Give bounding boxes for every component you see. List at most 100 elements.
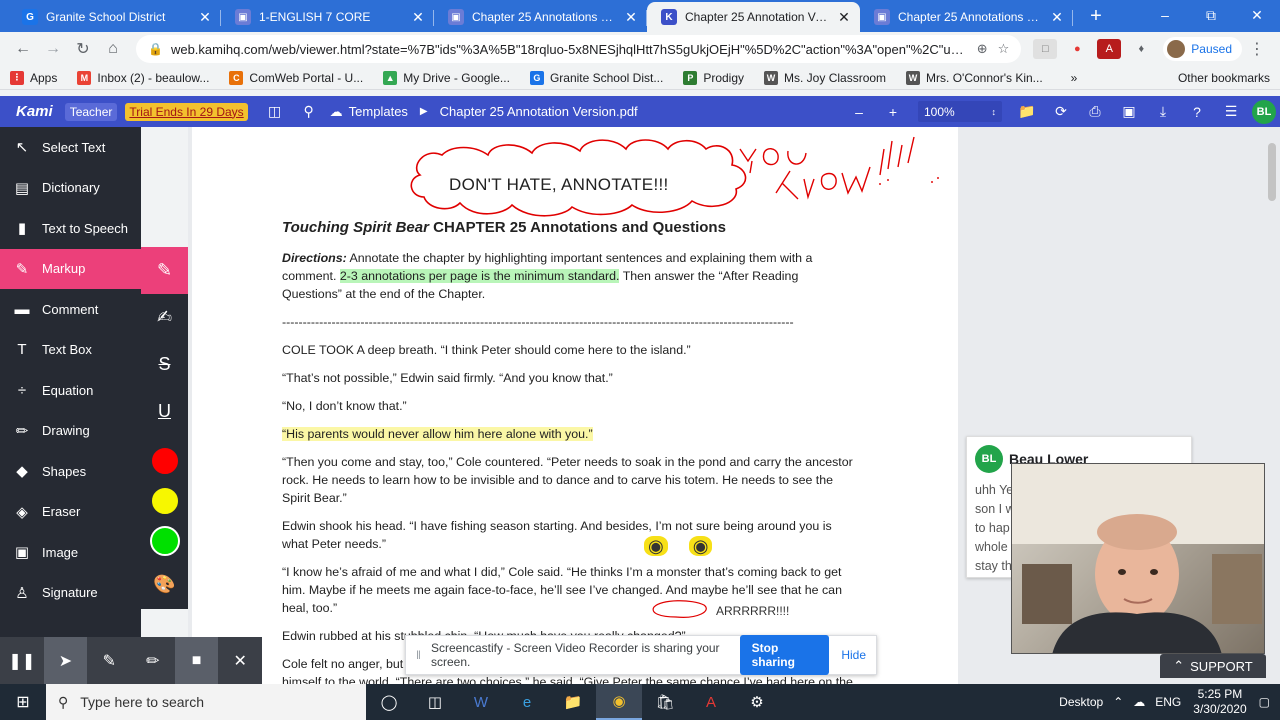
sidebar-item-drawing[interactable]: ✏ Drawing	[0, 411, 141, 452]
sidebar-item-signature[interactable]: ♙ Signature	[0, 573, 141, 614]
screencastify-icon[interactable]: ●	[1065, 39, 1089, 59]
bookmark-item[interactable]: W Ms. Joy Classroom	[764, 70, 886, 85]
tab-close-icon[interactable]: ✕	[410, 9, 426, 26]
bookmark-item[interactable]: ▲ My Drive - Google...	[383, 70, 510, 85]
zoom-out-icon[interactable]: –	[842, 104, 876, 120]
sidebar-item-equation[interactable]: ÷ Equation	[0, 370, 141, 411]
menu-icon[interactable]: ⋮	[1242, 39, 1272, 59]
close-window-icon[interactable]: ✕	[1234, 0, 1280, 30]
desktop-label[interactable]: Desktop	[1059, 695, 1103, 709]
user-avatar[interactable]: BL	[1252, 99, 1276, 124]
sidebar-toggle-icon[interactable]: ◫	[258, 103, 292, 120]
clock[interactable]: 5:25 PM 3/30/2020	[1193, 687, 1246, 717]
cloud-icon[interactable]: ☁	[1133, 695, 1145, 709]
tray-expand-icon[interactable]: ⌃	[1113, 695, 1123, 709]
pause-icon[interactable]: ❚❚	[0, 637, 44, 684]
sidebar-item-text-box[interactable]: T Text Box	[0, 330, 141, 371]
kami-logo[interactable]: Kami	[16, 103, 53, 120]
acrobat-taskbar-icon[interactable]: A	[688, 684, 734, 720]
notification-icon[interactable]: ▢	[1259, 695, 1270, 709]
back-icon[interactable]: ←	[8, 40, 38, 58]
color-swatch[interactable]	[149, 446, 180, 476]
print-icon[interactable]: ⎙	[1078, 103, 1112, 120]
drag-handle-icon[interactable]: ‖	[416, 648, 421, 662]
scrollbar[interactable]	[1268, 143, 1276, 201]
bookmark-star-icon[interactable]: ☆	[998, 41, 1010, 57]
tab-close-icon[interactable]: ✕	[1049, 9, 1065, 26]
highlighter-icon[interactable]: ✎	[141, 247, 188, 294]
sidebar-item-eraser[interactable]: ◈ Eraser	[0, 492, 141, 533]
highlighted-standard[interactable]: 2-3 annotations per page is the minimum …	[339, 269, 620, 283]
store-icon[interactable]: 🛍	[642, 684, 688, 720]
sidebar-item-image[interactable]: ▣ Image	[0, 532, 141, 573]
edge-icon[interactable]: e	[504, 684, 550, 720]
hamburger-menu-icon[interactable]: ☰	[1214, 103, 1248, 120]
extension-icon[interactable]: □	[1033, 39, 1058, 59]
search-icon[interactable]: ⚲	[292, 103, 326, 120]
folder-open-icon[interactable]: 📁	[1010, 103, 1044, 120]
forward-icon[interactable]: →	[38, 40, 68, 58]
other-bookmarks[interactable]: Other bookmarks	[1178, 71, 1270, 85]
close-icon[interactable]: ✕	[218, 637, 262, 684]
file-explorer-icon[interactable]: 📁	[550, 684, 596, 720]
zoom-select[interactable]: 100% ↕	[918, 101, 1002, 122]
camera-icon[interactable]: ■	[174, 637, 219, 684]
sidebar-item-markup[interactable]: ✎ Markup	[0, 248, 141, 289]
templates-link[interactable]: Templates	[349, 104, 408, 119]
strikethrough-icon[interactable]: S	[141, 341, 188, 388]
home-icon[interactable]: ⌂	[98, 40, 128, 58]
browser-tab[interactable]: ▣ 1-ENGLISH 7 CORE ✕	[221, 2, 434, 32]
stop-sharing-button[interactable]: Stop sharing	[739, 635, 830, 675]
support-button[interactable]: ⌃ SUPPORT	[1160, 654, 1266, 678]
sidebar-item-text-to-speech[interactable]: ▮ Text to Speech	[0, 208, 141, 249]
color-swatch[interactable]	[149, 526, 180, 556]
save-icon[interactable]: ▣	[1112, 103, 1146, 120]
underline-pen-icon[interactable]: ✍	[141, 294, 188, 341]
cursor-icon[interactable]: ➤	[43, 637, 88, 684]
share-icon[interactable]: ⟳	[1044, 103, 1078, 120]
browser-tab[interactable]: ▣ Chapter 25 Annotations and Q ✕	[860, 2, 1073, 32]
language-indicator[interactable]: ENG	[1155, 695, 1181, 709]
bookmark-item[interactable]: W Mrs. O'Connor's Kin...	[906, 70, 1043, 85]
download-icon[interactable]: ⤓	[1146, 103, 1180, 120]
bookmarks-overflow-icon[interactable]: »	[1071, 71, 1078, 85]
word-icon[interactable]: W	[458, 684, 504, 720]
webcam-overlay[interactable]	[1011, 463, 1265, 654]
highlighter-icon[interactable]: ✏	[131, 637, 175, 684]
bookmark-item[interactable]: M Inbox (2) - beaulow...	[77, 70, 209, 85]
underline-icon[interactable]: U	[141, 388, 188, 435]
bookmark-item[interactable]: G Granite School Dist...	[529, 70, 663, 85]
trial-link[interactable]: Trial Ends In 29 Days	[125, 102, 248, 121]
sidebar-item-shapes[interactable]: ◆ Shapes	[0, 451, 141, 492]
browser-tab[interactable]: G Granite School District ✕	[8, 2, 221, 32]
restore-icon[interactable]: ⧉	[1188, 0, 1234, 30]
profile-button[interactable]: Paused	[1163, 37, 1242, 61]
cortana-icon[interactable]: ◯	[366, 684, 412, 720]
chrome-icon[interactable]: ◉	[596, 684, 642, 720]
new-tab-button[interactable]: +	[1081, 2, 1111, 32]
help-icon[interactable]: ?	[1180, 104, 1214, 120]
add-icon[interactable]: ⊕	[977, 41, 988, 57]
sidebar-item-comment[interactable]: ▬ Comment	[0, 289, 141, 330]
bookmark-item[interactable]: P Prodigy	[683, 70, 744, 85]
bookmark-item[interactable]: C ComWeb Portal - U...	[229, 70, 363, 85]
windows-start-icon[interactable]: ⊞	[0, 692, 46, 712]
zoom-in-icon[interactable]: +	[876, 104, 910, 120]
acrobat-icon[interactable]: A	[1097, 39, 1122, 59]
tab-close-icon[interactable]: ✕	[836, 9, 852, 26]
sidebar-item-dictionary[interactable]: ▤ Dictionary	[0, 168, 141, 209]
minimize-icon[interactable]: –	[1142, 0, 1188, 30]
reload-icon[interactable]: ↻	[68, 39, 98, 59]
tab-close-icon[interactable]: ✕	[623, 9, 639, 26]
url-input[interactable]: 🔒 web.kamihq.com/web/viewer.html?state=%…	[136, 35, 1022, 63]
palette-icon[interactable]: 🎨	[141, 561, 188, 608]
task-view-icon[interactable]: ◫	[412, 684, 458, 720]
sidebar-item-select-text[interactable]: ↖ Select Text	[0, 127, 141, 168]
puzzle-icon[interactable]: ♦	[1129, 39, 1153, 59]
settings-icon[interactable]: ⚙	[734, 684, 780, 720]
bookmark-item[interactable]: ⋮ Apps	[10, 70, 57, 85]
browser-tab[interactable]: ▣ Chapter 25 Annotations and Q ✕	[434, 2, 647, 32]
taskbar-search-input[interactable]: ⚲ Type here to search	[46, 684, 366, 720]
highlighted-sentence[interactable]: “His parents would never allow him here …	[282, 427, 593, 441]
tab-close-icon[interactable]: ✕	[197, 9, 213, 26]
